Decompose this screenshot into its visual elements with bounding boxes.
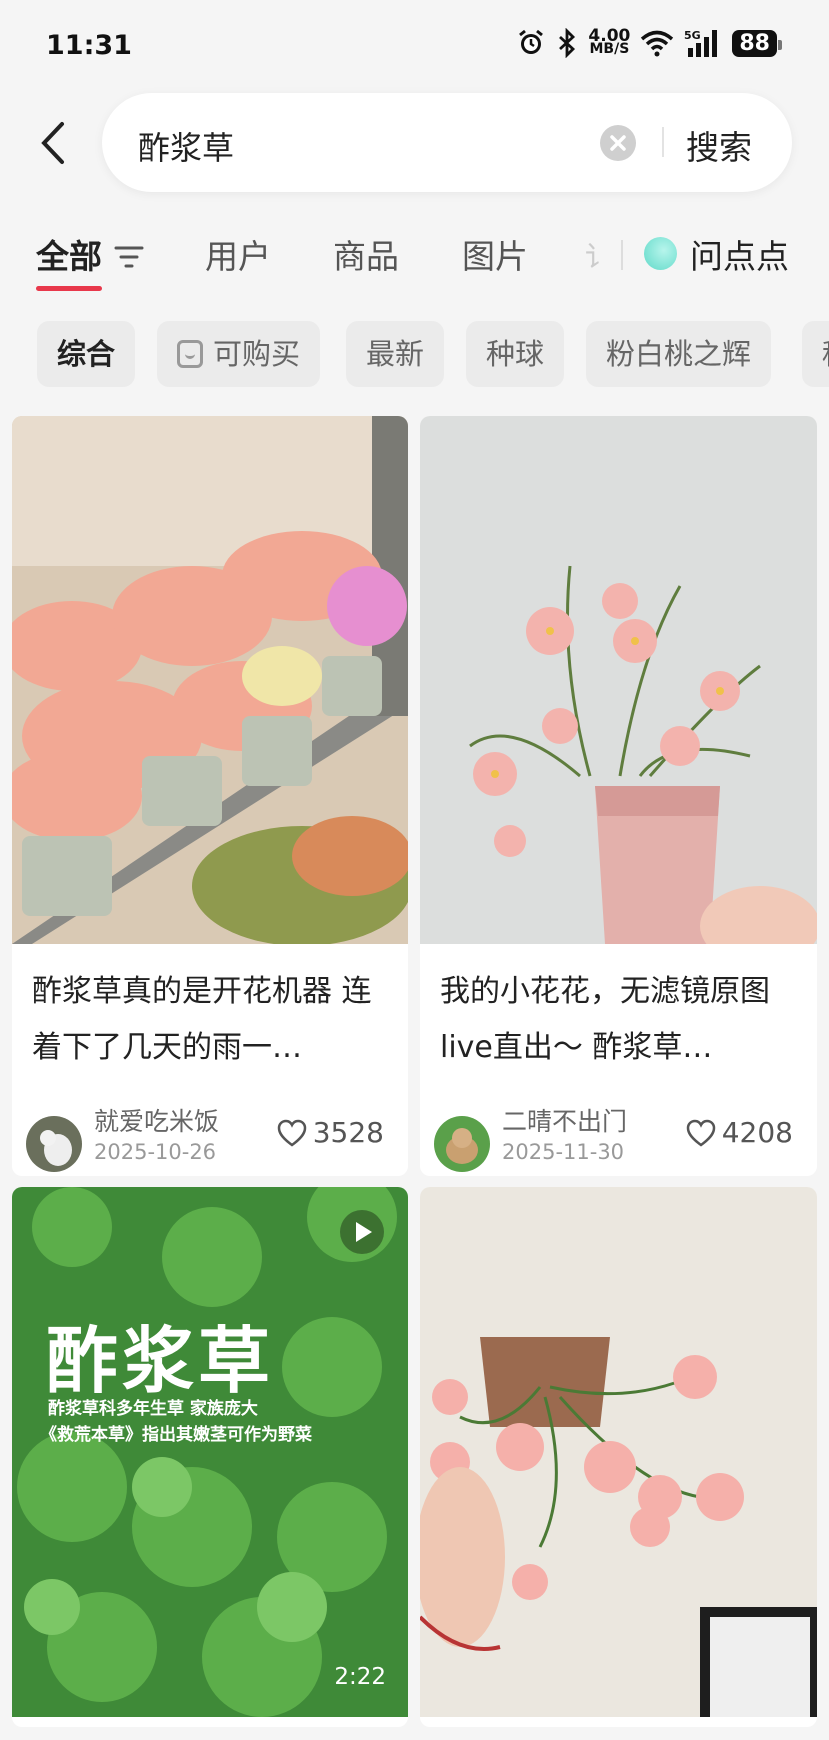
chip-latest[interactable]: 最新 bbox=[346, 321, 445, 387]
like-button[interactable]: 3528 bbox=[277, 1116, 384, 1149]
tab-all-label: 全部 bbox=[36, 237, 102, 276]
signal-5g-icon: 5G bbox=[684, 29, 718, 57]
like-count: 4208 bbox=[721, 1116, 793, 1149]
avatar[interactable] bbox=[434, 1116, 490, 1172]
search-bar[interactable]: 酢浆草 搜索 bbox=[102, 93, 792, 192]
tab-partial[interactable]: 讠 bbox=[585, 235, 613, 275]
tab-images[interactable]: 图片 bbox=[462, 230, 528, 278]
status-icons: 4.00 MB/S 5G 88 bbox=[516, 28, 782, 58]
video-overlay-title: 酢浆草 bbox=[46, 1319, 275, 1403]
alarm-icon bbox=[519, 29, 544, 54]
filter-icon[interactable] bbox=[114, 244, 144, 270]
result-card[interactable]: 我的小花花，无滤镜原图live直出～ 酢浆草… 二晴不出门 2025-11-30… bbox=[420, 416, 817, 1176]
video-duration: 2:22 bbox=[334, 1664, 386, 1690]
heart-icon bbox=[277, 1119, 306, 1147]
search-results-page: 11:31 4.00 MB/S 5G 88 酢浆草 搜索 全部 用户 商品 图片 … bbox=[0, 0, 829, 1740]
search-input[interactable]: 酢浆草 bbox=[138, 123, 234, 169]
result-card-video[interactable]: 酢浆草 酢浆草科多年生草 家族庞大 《救荒本草》指出其嫩茎可作为野菜 2:22 bbox=[12, 1187, 408, 1727]
post-date: 2025-11-30 bbox=[502, 1140, 625, 1164]
video-overlay-line2: 《救荒本草》指出其嫩茎可作为野菜 bbox=[40, 1425, 312, 1445]
clear-x-glyph bbox=[610, 135, 626, 151]
tab-all[interactable]: 全部 bbox=[36, 230, 144, 278]
network-speed-unit: MB/S bbox=[589, 41, 630, 57]
result-card[interactable] bbox=[420, 1187, 817, 1727]
post-image bbox=[420, 416, 817, 944]
search-button[interactable]: 搜索 bbox=[686, 121, 752, 169]
network-speed: 4.00 MB/S bbox=[588, 28, 630, 57]
avatar-image bbox=[26, 1116, 82, 1172]
chip-comprehensive[interactable]: 综合 bbox=[37, 321, 136, 387]
video-thumbnail bbox=[12, 1187, 408, 1717]
author-name[interactable]: 二晴不出门 bbox=[502, 1102, 627, 1138]
ask-ai-icon[interactable] bbox=[644, 237, 677, 270]
tab-users[interactable]: 用户 bbox=[205, 230, 271, 278]
heart-icon bbox=[686, 1119, 715, 1147]
search-separator bbox=[662, 127, 664, 157]
back-arrow-icon[interactable] bbox=[34, 118, 74, 168]
chip-pink-white[interactable]: 粉白桃之辉 bbox=[586, 321, 772, 387]
post-date: 2025-10-26 bbox=[94, 1140, 217, 1164]
post-image bbox=[420, 1187, 817, 1717]
battery-level: 88 bbox=[732, 29, 782, 57]
shopping-bag-icon bbox=[177, 340, 203, 368]
svg-text:5G: 5G bbox=[684, 29, 701, 42]
active-tab-indicator bbox=[36, 286, 102, 291]
tab-divider bbox=[621, 240, 623, 270]
post-title: 酢浆草真的是开花机器 连着下了几天的雨一… bbox=[32, 974, 372, 1065]
chip-buyable-label: 可购买 bbox=[213, 337, 301, 371]
author-name[interactable]: 就爱吃米饭 bbox=[94, 1102, 219, 1138]
wifi-icon bbox=[641, 30, 674, 57]
avatar[interactable] bbox=[26, 1116, 82, 1172]
chip-bulbs[interactable]: 种球 bbox=[466, 321, 565, 387]
result-tabs: 全部 用户 商品 图片 讠 问点点 bbox=[0, 225, 829, 295]
status-bar: 11:31 4.00 MB/S 5G 88 bbox=[0, 0, 829, 90]
chip-partial[interactable]: 种 bbox=[802, 321, 829, 387]
chip-buyable[interactable]: 可购买 bbox=[157, 321, 321, 387]
tab-ask[interactable]: 问点点 bbox=[690, 230, 789, 278]
filter-chips: 综合 可购买 最新 种球 粉白桃之辉 种 bbox=[0, 321, 829, 387]
like-count: 3528 bbox=[312, 1116, 384, 1149]
avatar-image bbox=[434, 1116, 490, 1172]
bluetooth-icon bbox=[559, 28, 576, 58]
like-button[interactable]: 4208 bbox=[686, 1116, 793, 1149]
video-overlay-line1: 酢浆草科多年生草 家族庞大 bbox=[48, 1399, 258, 1419]
post-title: 我的小花花，无滤镜原图live直出～ 酢浆草… bbox=[440, 974, 770, 1065]
post-image bbox=[12, 416, 408, 944]
status-time: 11:31 bbox=[46, 30, 132, 61]
result-card[interactable]: 酢浆草真的是开花机器 连着下了几天的雨一… 就爱吃米饭 2025-10-26 3… bbox=[12, 416, 408, 1176]
clear-icon[interactable] bbox=[600, 125, 636, 161]
tab-products[interactable]: 商品 bbox=[333, 230, 399, 278]
